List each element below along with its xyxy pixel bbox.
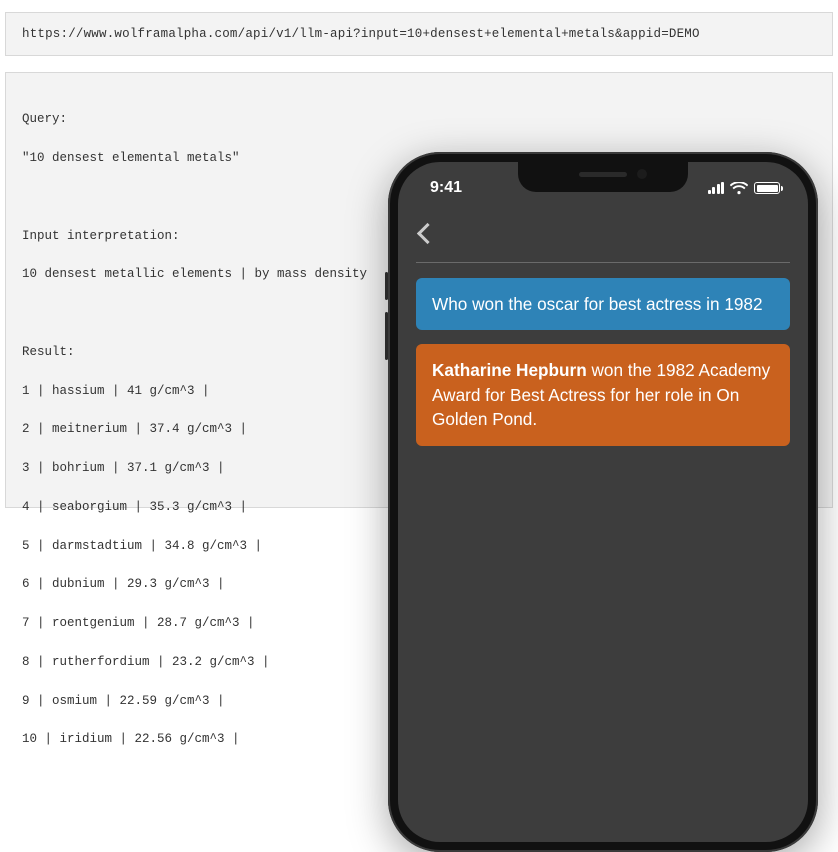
chat-header <box>398 214 808 254</box>
assistant-message-bubble: Katharine Hepburn won the 1982 Academy A… <box>416 344 790 445</box>
status-indicators <box>708 182 785 195</box>
status-time: 9:41 <box>422 179 462 197</box>
phone-side-button <box>385 272 388 300</box>
battery-icon <box>754 182 780 194</box>
phone-notch <box>518 162 688 192</box>
wifi-icon <box>730 182 748 195</box>
api-url-box: https://www.wolframalpha.com/api/v1/llm-… <box>5 12 833 56</box>
phone-body: 9:41 Who won the oscar for best <box>388 152 818 852</box>
divider <box>416 262 790 263</box>
phone-screen: 9:41 Who won the oscar for best <box>398 162 808 842</box>
user-message-bubble: Who won the oscar for best actress in 19… <box>416 278 790 330</box>
cellular-signal-icon <box>708 182 725 194</box>
back-icon[interactable] <box>416 222 430 246</box>
chat-body: Who won the oscar for best actress in 19… <box>416 278 790 460</box>
query-label: Query: <box>22 110 816 129</box>
assistant-highlight: Katharine Hepburn <box>432 360 587 380</box>
phone-side-button <box>385 312 388 360</box>
api-url-text: https://www.wolframalpha.com/api/v1/llm-… <box>22 27 700 41</box>
phone-mockup: 9:41 Who won the oscar for best <box>388 152 818 512</box>
user-message-text: Who won the oscar for best actress in 19… <box>432 294 763 314</box>
